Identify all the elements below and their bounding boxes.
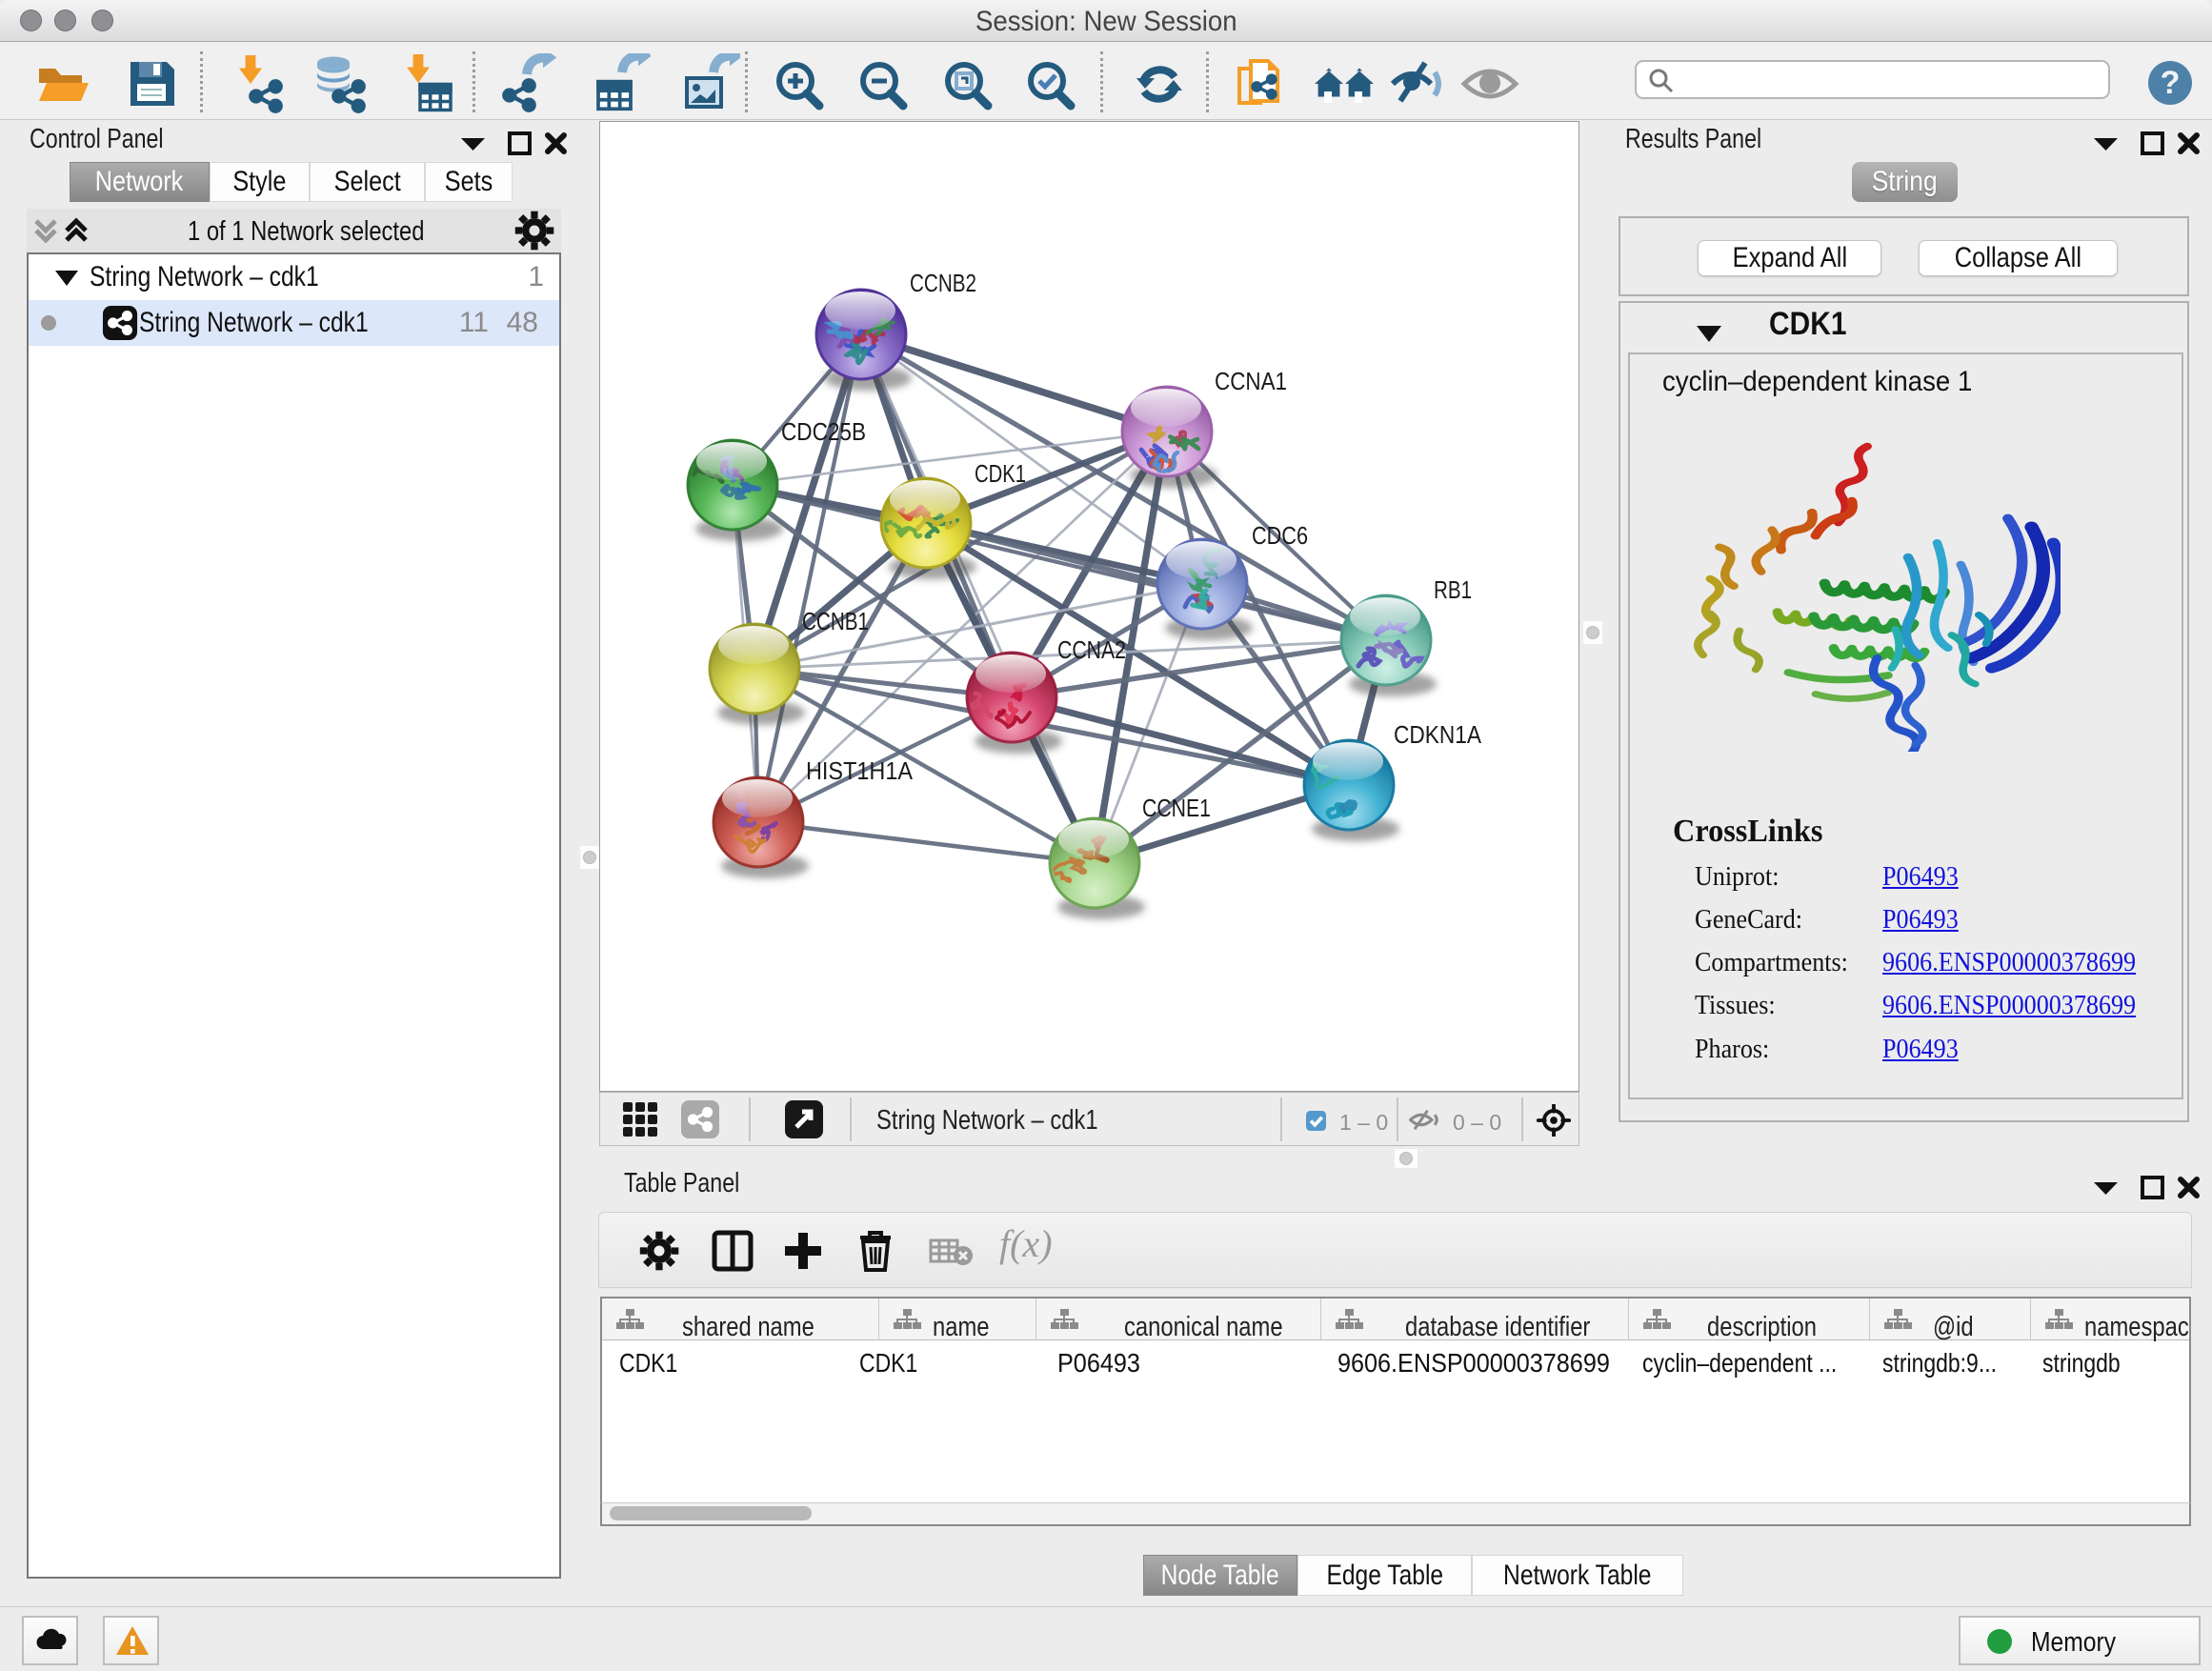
svg-text:CDC25B: CDC25B — [781, 417, 866, 446]
svg-text:HIST1H1A: HIST1H1A — [806, 756, 914, 785]
svg-text:CCNB2: CCNB2 — [910, 269, 976, 297]
svg-text:RB1: RB1 — [1434, 575, 1472, 604]
svg-text:CDKN1A: CDKN1A — [1394, 720, 1482, 749]
svg-text:CCNB1: CCNB1 — [802, 607, 869, 635]
svg-text:CCNE1: CCNE1 — [1142, 794, 1211, 822]
svg-text:CDK1: CDK1 — [975, 459, 1026, 488]
svg-text:CDC6: CDC6 — [1252, 521, 1308, 550]
svg-text:CCNA1: CCNA1 — [1215, 367, 1287, 395]
svg-text:CCNA2: CCNA2 — [1057, 635, 1126, 664]
